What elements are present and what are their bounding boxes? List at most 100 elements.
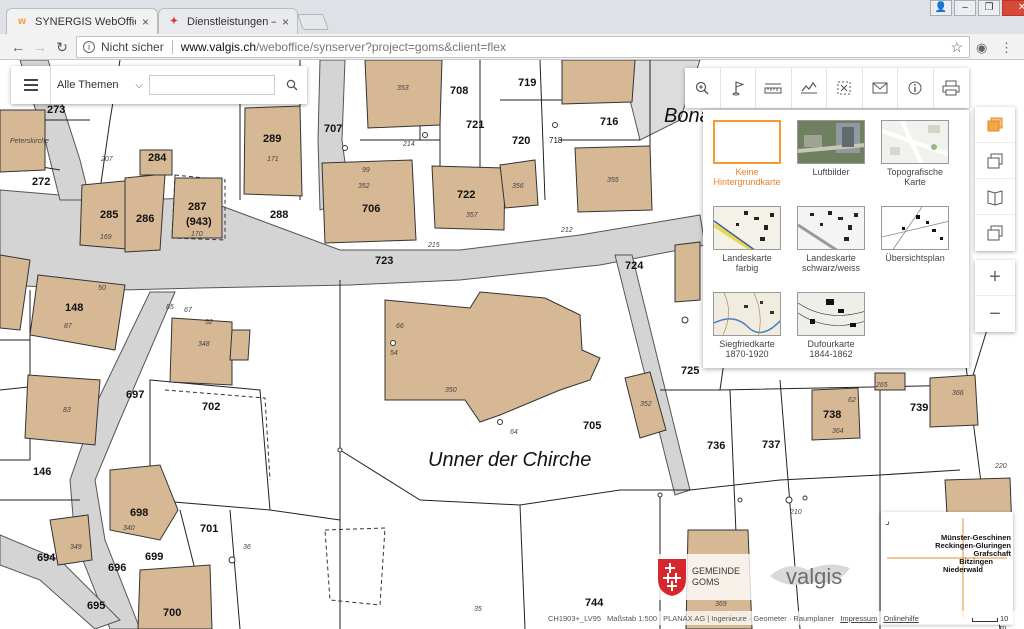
bookmark-star-icon[interactable]: ☆ (950, 39, 963, 56)
svg-text:287: 287 (188, 201, 206, 213)
zoom-controls: + − (975, 260, 1015, 332)
menu-hamburger-icon[interactable] (11, 66, 51, 104)
print-tool-button[interactable] (934, 68, 970, 108)
extension-icon[interactable]: ◉ (976, 40, 987, 56)
svg-text:699: 699 (145, 551, 163, 563)
svg-text:720: 720 (512, 135, 530, 147)
bgmap-overview-plan[interactable]: Übersichtsplan (873, 206, 957, 263)
search-input[interactable] (149, 75, 275, 95)
svg-text:348: 348 (198, 341, 210, 348)
select-tool-button[interactable] (827, 68, 863, 108)
svg-text:Peterskirche: Peterskirche (10, 138, 49, 145)
legend-button[interactable] (975, 179, 1015, 215)
minimize-button[interactable]: – (954, 0, 976, 16)
svg-text:273: 273 (47, 104, 65, 116)
copy-button[interactable] (975, 215, 1015, 251)
svg-text:64: 64 (510, 429, 518, 436)
restore-button[interactable]: ❐ (978, 0, 1000, 16)
info-icon[interactable]: i (83, 41, 95, 53)
svg-text:67: 67 (184, 307, 193, 314)
bgmap-none[interactable]: Keine Hintergrundkarte (705, 120, 789, 187)
svg-text:722: 722 (457, 189, 475, 201)
svg-text:356: 356 (512, 183, 524, 190)
bgmap-label: Dufourkarte 1844-1862 (807, 339, 855, 359)
address-bar[interactable]: i Nicht sicher www.valgis.ch /weboffice/… (76, 36, 970, 58)
new-tab-button[interactable] (297, 14, 329, 30)
back-button[interactable]: ← (8, 38, 28, 56)
svg-text:284: 284 (148, 152, 167, 164)
mail-icon (872, 82, 888, 94)
zoom-icon (696, 81, 709, 95)
info-tool-button[interactable] (898, 68, 934, 108)
measure-tool-button[interactable] (756, 68, 792, 108)
zoom-out-button[interactable]: − (975, 296, 1015, 332)
onlinehilfe-link[interactable]: Onlinehilfe (883, 614, 918, 623)
bgmap-topo[interactable]: Topografische Karte (873, 120, 957, 187)
bgmap-thumbnail (881, 120, 949, 164)
marker-tool-button[interactable] (721, 68, 756, 108)
building (561, 60, 636, 105)
svg-text:288: 288 (270, 209, 288, 221)
theme-select[interactable]: Alle Themen ⌵ (57, 75, 145, 95)
tab-valgis[interactable]: ✦ Dienstleistungen – valgis × (158, 8, 298, 34)
svg-text:54: 54 (390, 350, 398, 357)
book-icon (987, 189, 1003, 206)
bgmap-thumbnail (713, 292, 781, 336)
svg-text:705: 705 (583, 420, 601, 432)
svg-text:725: 725 (681, 365, 699, 377)
close-tab-icon[interactable]: × (142, 15, 149, 29)
building (137, 564, 213, 629)
credits-label: PLANAX AG | Ingenieure · Geometer · Raum… (663, 613, 835, 623)
search-icon (286, 79, 298, 91)
building (229, 329, 251, 361)
reload-button[interactable]: ↻ (52, 38, 72, 56)
bgmap-siegfried[interactable]: Siegfriedkarte 1870-1920 (705, 292, 789, 359)
divider (171, 40, 173, 54)
ruler-icon (764, 83, 782, 94)
tab-weboffice[interactable]: w SYNERGIS WebOffice Go × (6, 8, 158, 34)
search-button[interactable] (277, 75, 307, 95)
theme-select-value: Alle Themen (57, 79, 119, 91)
bgmap-aerial[interactable]: Luftbilder (789, 120, 873, 177)
church-building (384, 291, 601, 423)
close-tab-icon[interactable]: × (282, 15, 289, 29)
map-tools-toolbar (685, 68, 969, 108)
svg-text:698: 698 (130, 507, 148, 519)
bgmap-dufour[interactable]: Dufourkarte 1844-1862 (789, 292, 873, 359)
security-label: Nicht sicher (101, 40, 164, 54)
place-name-label: Unner der Chirche (428, 449, 591, 471)
scale-label[interactable]: Maßstab 1:500 (607, 614, 657, 623)
svg-text:35: 35 (474, 606, 482, 613)
bgmap-lk-bw[interactable]: Landeskarte schwarz/weiss (789, 206, 873, 273)
svg-text:352: 352 (358, 183, 370, 190)
overview-map[interactable]: ⌟ Münster-Geschinen Reckingen-Gluringen … (881, 512, 1013, 624)
info-icon (908, 81, 922, 95)
mail-tool-button[interactable] (863, 68, 898, 108)
bgmap-lk-color[interactable]: Landeskarte farbig (705, 206, 789, 273)
building (49, 514, 93, 566)
zoom-tool-button[interactable] (685, 68, 721, 108)
coat-of-arms-icon (658, 559, 686, 596)
menu-kebab-icon[interactable]: ⋮ (1000, 40, 1013, 56)
layers-background-icon (987, 117, 1003, 131)
zoom-in-button[interactable]: + (975, 260, 1015, 296)
user-icon[interactable]: 👤 (930, 0, 952, 16)
building (929, 374, 979, 428)
profile-tool-button[interactable] (792, 68, 827, 108)
bgmap-label: Luftbilder (812, 167, 850, 177)
forward-button[interactable]: → (30, 38, 50, 56)
impressum-link[interactable]: Impressum (840, 614, 877, 623)
background-maps-button[interactable] (975, 107, 1015, 143)
layers-button[interactable] (975, 143, 1015, 179)
svg-text:737: 737 (762, 439, 780, 451)
svg-text:285: 285 (100, 209, 118, 221)
bgmap-thumbnail (713, 206, 781, 250)
svg-text:66: 66 (396, 323, 404, 330)
svg-text:171: 171 (267, 156, 279, 163)
weboffice-favicon-icon: w (18, 16, 26, 27)
building (0, 254, 31, 331)
svg-text:210: 210 (789, 509, 802, 516)
map-viewport[interactable]: 273 708 719 289 707 721 716 720 718 284 272 285 … (0, 60, 1024, 629)
svg-text:718: 718 (549, 136, 563, 145)
window-close-button[interactable]: ✕ (1002, 0, 1024, 16)
